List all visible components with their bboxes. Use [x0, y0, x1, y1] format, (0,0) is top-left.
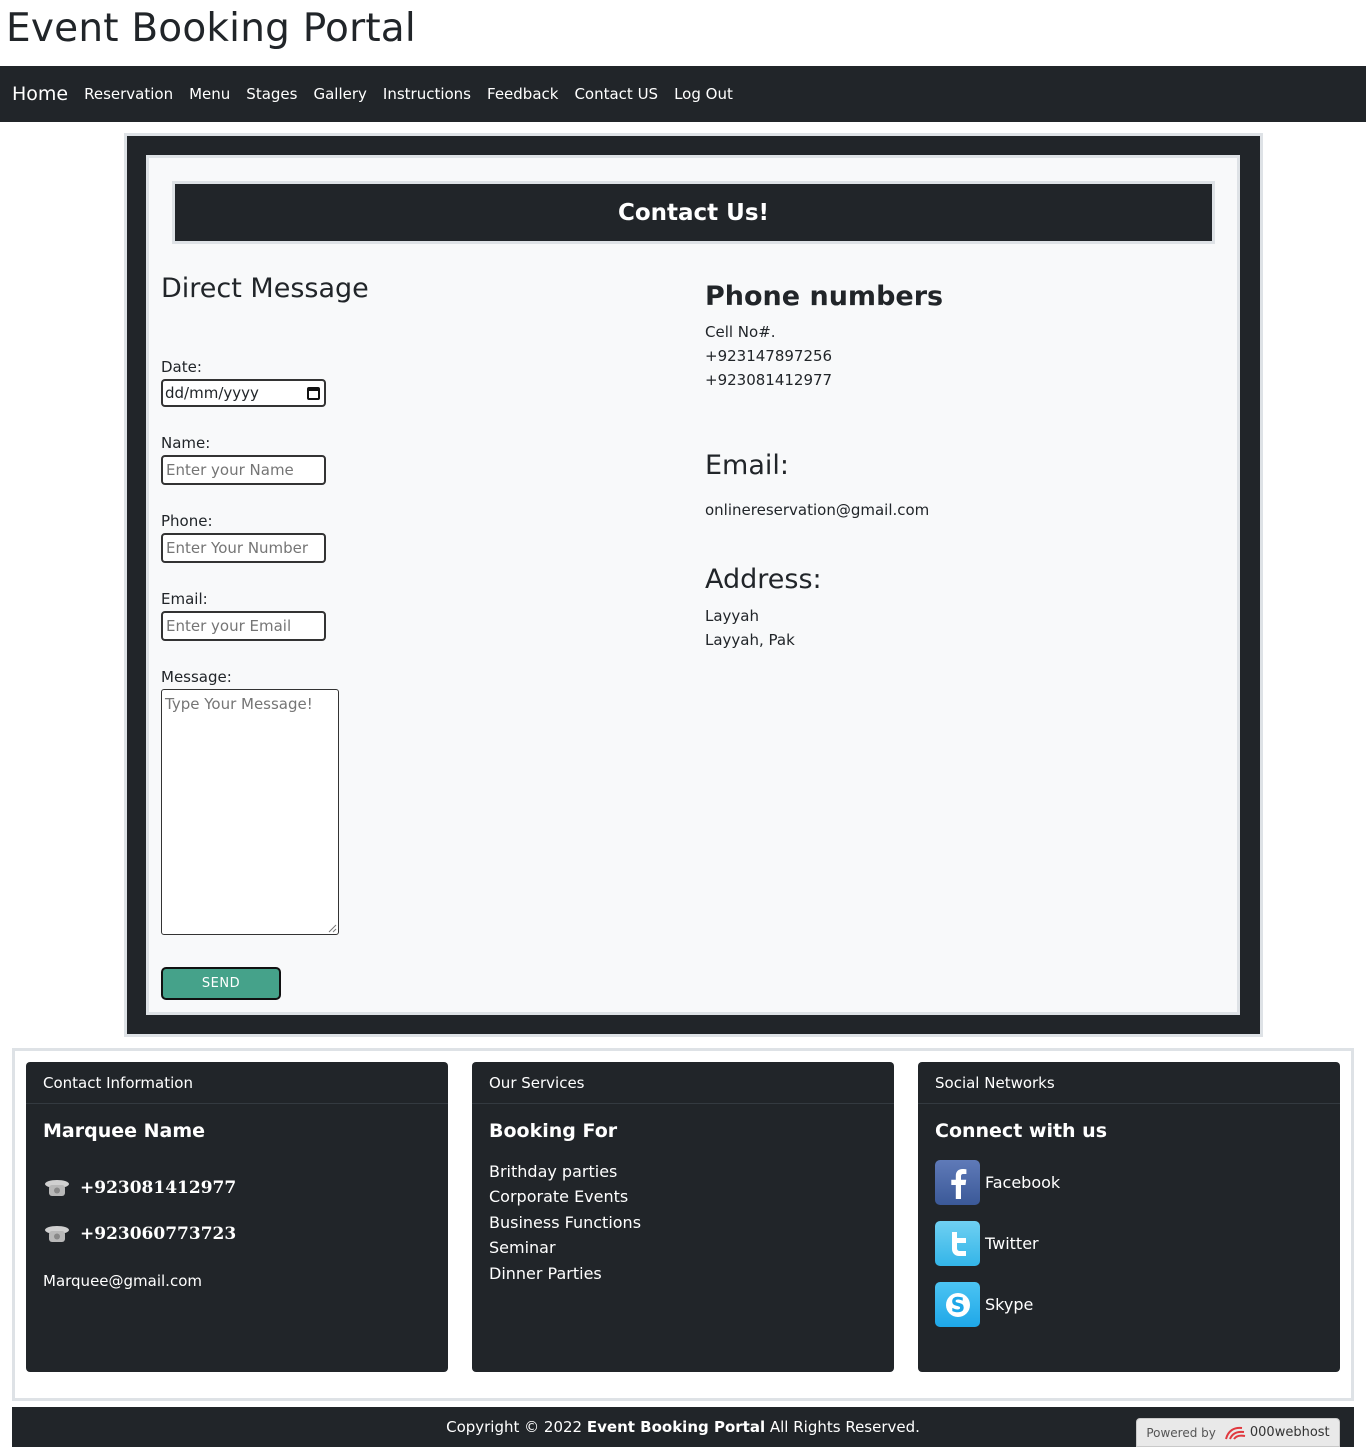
webhost-brand: 000webhost: [1249, 1425, 1330, 1440]
contact-info-card-header: Contact Information: [26, 1062, 448, 1104]
date-label: Date:: [161, 358, 202, 376]
nav-stages-link[interactable]: Stages: [246, 85, 297, 103]
copyright-prefix: Copyright © 2022: [446, 1418, 583, 1436]
marquee-name-title: Marquee Name: [43, 1120, 206, 1142]
contact-info-card: Contact Information Marquee Name +923081…: [26, 1062, 448, 1372]
send-button[interactable]: SEND: [161, 967, 281, 1000]
services-card: Our Services Booking For Brithday partie…: [472, 1062, 894, 1372]
contact-phone-2: +923081412977: [705, 371, 833, 389]
booking-for-title: Booking For: [489, 1120, 618, 1142]
facebook-label[interactable]: Facebook: [985, 1173, 1060, 1192]
service-item: Corporate Events: [489, 1187, 629, 1206]
twitter-label[interactable]: Twitter: [985, 1234, 1039, 1253]
resize-grip-icon[interactable]: [328, 924, 337, 933]
nav-feedback-link[interactable]: Feedback: [487, 85, 558, 103]
marquee-email: Marquee@gmail.com: [43, 1272, 202, 1290]
date-input[interactable]: dd/mm/yyyy: [161, 379, 326, 407]
nav-instructions-link[interactable]: Instructions: [383, 85, 471, 103]
nav-logout-link[interactable]: Log Out: [674, 85, 733, 103]
telephone-icon: [45, 1226, 69, 1242]
webhost-logo-icon: [1224, 1426, 1246, 1440]
nav-reservation-link[interactable]: Reservation: [84, 85, 173, 103]
marquee-phone-1: +923081412977: [43, 1178, 236, 1198]
address-line-1: Layyah: [705, 607, 760, 625]
direct-message-title: Direct Message: [161, 273, 369, 304]
social-card-header: Social Networks: [918, 1062, 1340, 1104]
address-title: Address:: [705, 564, 822, 595]
facebook-link[interactable]: Facebook: [935, 1160, 1060, 1205]
date-value: dd/mm/yyyy: [165, 384, 259, 402]
svg-text:S: S: [950, 1293, 964, 1317]
telephone-icon: [45, 1180, 69, 1196]
service-item: Seminar: [489, 1238, 556, 1257]
social-card: Social Networks Connect with us Facebook…: [918, 1062, 1340, 1372]
address-line-2: Layyah, Pak: [705, 631, 795, 649]
marquee-phone-2: +923060773723: [43, 1224, 236, 1244]
nav-menu-link[interactable]: Menu: [189, 85, 230, 103]
twitter-link[interactable]: Twitter: [935, 1221, 1039, 1266]
connect-title: Connect with us: [935, 1120, 1108, 1142]
site-title: Event Booking Portal: [6, 6, 416, 51]
marquee-phone-2-text: +923060773723: [80, 1224, 237, 1244]
service-item: Dinner Parties: [489, 1264, 602, 1283]
powered-by-badge[interactable]: Powered by 000webhost: [1136, 1418, 1340, 1447]
email-input[interactable]: [161, 611, 326, 641]
email-title: Email:: [705, 450, 790, 481]
contact-phone-1: +923147897256: [705, 347, 833, 365]
twitter-icon[interactable]: [935, 1221, 980, 1266]
marquee-phone-1-text: +923081412977: [80, 1178, 237, 1198]
message-label: Message:: [161, 668, 232, 686]
contact-header: Contact Us!: [172, 181, 1215, 244]
email-label: Email:: [161, 590, 208, 608]
nav-gallery-link[interactable]: Gallery: [313, 85, 366, 103]
phone-numbers-title: Phone numbers: [705, 281, 944, 312]
nav-contact-link[interactable]: Contact US: [574, 85, 658, 103]
skype-icon[interactable]: S: [935, 1282, 980, 1327]
copyright-brand: Event Booking Portal: [586, 1418, 766, 1436]
name-label: Name:: [161, 434, 211, 452]
skype-link[interactable]: S Skype: [935, 1282, 1033, 1327]
message-textarea[interactable]: [161, 689, 339, 935]
calendar-icon[interactable]: [307, 386, 320, 400]
navbar: Home Reservation Menu Stages Gallery Ins…: [0, 66, 1366, 122]
copyright-suffix: All Rights Reserved.: [769, 1418, 920, 1436]
service-item: Business Functions: [489, 1213, 642, 1232]
skype-label[interactable]: Skype: [985, 1295, 1033, 1314]
contact-header-title: Contact Us!: [617, 199, 770, 226]
facebook-icon[interactable]: [935, 1160, 980, 1205]
phone-input[interactable]: [161, 533, 326, 563]
phone-label: Phone:: [161, 512, 213, 530]
powered-by-text: Powered by: [1146, 1425, 1216, 1440]
contact-email: onlinereservation@gmail.com: [705, 501, 930, 519]
nav-home-link[interactable]: Home: [12, 83, 68, 105]
cell-label: Cell No#.: [705, 323, 776, 341]
services-card-header: Our Services: [472, 1062, 894, 1104]
name-input[interactable]: [161, 455, 326, 485]
service-item: Brithday parties: [489, 1162, 618, 1181]
